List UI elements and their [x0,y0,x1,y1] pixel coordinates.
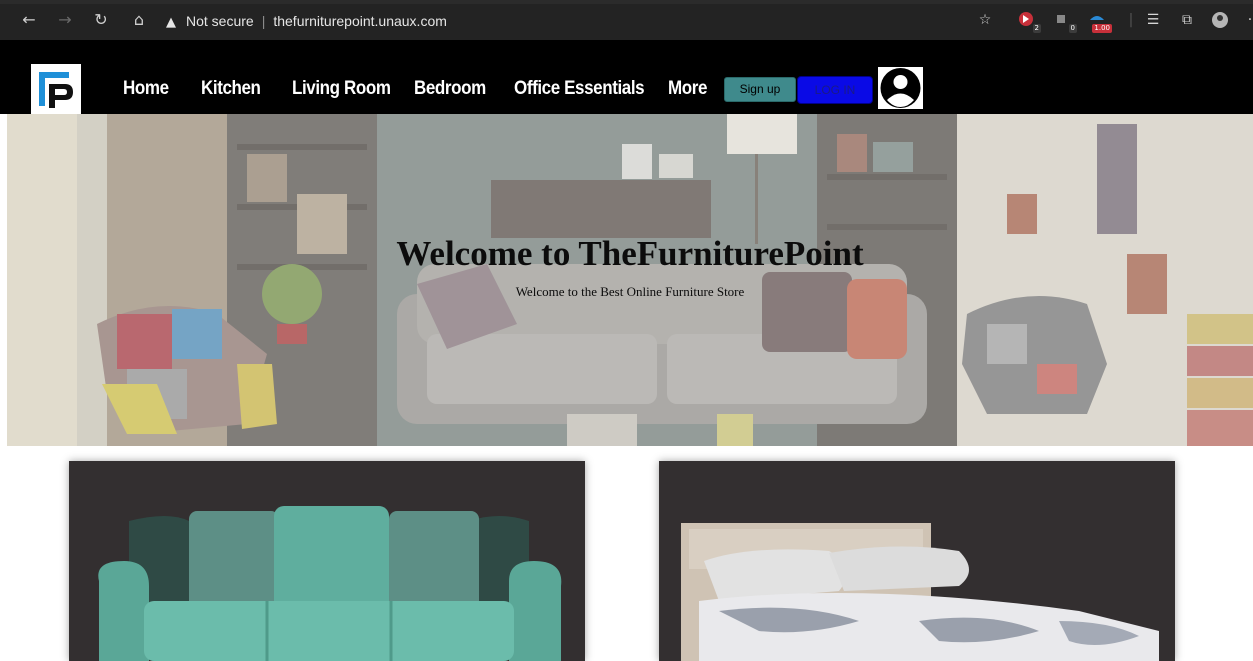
extension-3-badge: 1.00 [1092,24,1112,33]
more-menu-icon[interactable]: · [1240,10,1253,30]
sofa-image [69,461,585,661]
hero-banner: Welcome to TheFurniturePoint Welcome to … [7,114,1253,446]
product-card-bedroom[interactable] [659,461,1175,661]
url-text: thefurniturepoint.unaux.com [273,13,447,29]
favorites-icon[interactable]: ☰ [1143,10,1163,30]
extension-3-icon[interactable]: 1.00 [1087,10,1112,33]
nav-item-bedroom[interactable]: Bedroom [414,77,486,100]
address-bar[interactable]: ▲ Not secure | thefurniturepoint.unaux.com [166,9,986,33]
bed-image [659,461,1175,661]
reload-icon[interactable]: ↻ [89,8,113,32]
browser-toolbar: ← → ↻ ⌂ ▲ Not secure | thefurniturepoint.un… [0,0,1253,40]
star-icon[interactable]: ☆ [975,10,995,30]
nav-item-home[interactable]: Home [123,77,169,100]
extension-2-badge: 0 [1068,24,1077,33]
user-avatar-icon[interactable] [878,67,923,109]
hero-subtitle: Welcome to the Best Online Furniture Sto… [515,284,745,299]
login-button[interactable]: LOG IN [797,76,873,104]
nav-item-more[interactable]: More [668,77,707,100]
arrow-left-icon[interactable]: ← [17,8,41,32]
address-separator: | [261,13,266,29]
profile-icon[interactable] [1210,10,1230,30]
collections-icon[interactable]: ⧉ [1177,10,1197,30]
tab-strip-edge [0,0,1253,4]
arrow-right-icon[interactable]: → [53,8,77,32]
extension-1-badge: 2 [1032,24,1041,33]
security-label: Not secure [186,13,254,29]
hero-background-image [7,114,1253,446]
site-navbar: Home Kitchen Living Room Bedroom Office … [0,40,1253,114]
hero-title: Welcome to TheFurniturePoint [396,234,864,273]
signup-button[interactable]: Sign up [724,77,796,102]
toolbar-divider: | [1128,12,1134,28]
home-icon[interactable]: ⌂ [127,8,151,32]
extension-1-icon[interactable]: 2 [1016,10,1041,33]
extension-2-icon[interactable]: 0 [1052,10,1077,33]
site-logo[interactable] [31,64,81,114]
nav-item-office-essentials[interactable]: Office Essentials [514,77,645,100]
warning-icon: ▲ [166,15,176,30]
nav-item-living-room[interactable]: Living Room [292,77,391,100]
product-card-living-room[interactable] [69,461,585,661]
nav-item-kitchen[interactable]: Kitchen [201,77,261,100]
